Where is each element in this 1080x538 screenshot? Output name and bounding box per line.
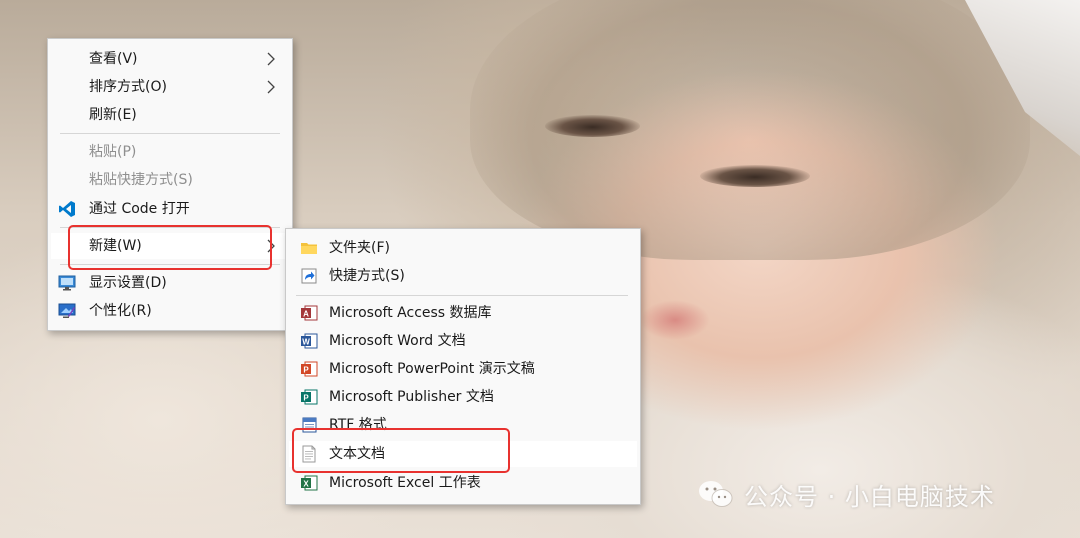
submenu-item-label: Microsoft Excel 工作表 [329, 475, 481, 491]
word-icon: W [300, 332, 318, 350]
wallpaper-eye-right [700, 165, 810, 187]
submenu-separator [296, 295, 628, 296]
svg-text:A: A [303, 309, 309, 318]
svg-text:X: X [303, 479, 309, 488]
submenu-item-label: 文件夹(F) [329, 240, 390, 256]
menu-item-label: 排序方式(O) [89, 79, 167, 95]
personalize-icon [58, 302, 76, 320]
menu-item-personalize[interactable]: 个性化(R) [51, 298, 289, 324]
chevron-right-icon [267, 52, 275, 66]
menu-item-display-settings[interactable]: 显示设置(D) [51, 270, 289, 296]
menu-item-label: 通过 Code 打开 [89, 201, 190, 217]
watermark-text: 公众号 · 小白电脑技术 [744, 482, 995, 511]
menu-item-sort-by[interactable]: 排序方式(O) [51, 74, 289, 100]
publisher-icon: P [300, 388, 318, 406]
menu-item-label: 粘贴(P) [89, 144, 137, 160]
wallpaper-eye-left [545, 115, 640, 137]
annotation-box-new [68, 225, 272, 270]
submenu-item-label: Microsoft Access 数据库 [329, 305, 492, 321]
powerpoint-icon: P [300, 360, 318, 378]
menu-item-refresh[interactable]: 刷新(E) [51, 102, 289, 128]
menu-item-paste-shortcut[interactable]: 粘贴快捷方式(S) [51, 167, 289, 193]
menu-item-label: 刷新(E) [89, 107, 137, 123]
menu-item-label: 显示设置(D) [89, 275, 167, 291]
svg-text:P: P [303, 393, 309, 402]
submenu-item-shortcut[interactable]: 快捷方式(S) [289, 263, 637, 289]
submenu-item-excel-worksheet[interactable]: X Microsoft Excel 工作表 [289, 470, 637, 496]
submenu-item-label: Microsoft PowerPoint 演示文稿 [329, 361, 535, 377]
wallpaper-lips [640, 300, 710, 340]
access-icon: A [300, 304, 318, 322]
desktop-context-menu: 查看(V) 排序方式(O) 刷新(E) 粘贴(P) 粘贴快捷方式(S) 通过 C… [47, 38, 293, 331]
submenu-item-folder[interactable]: 文件夹(F) [289, 235, 637, 261]
vscode-icon [58, 200, 76, 218]
submenu-item-powerpoint-presentation[interactable]: P Microsoft PowerPoint 演示文稿 [289, 356, 637, 382]
submenu-item-access-database[interactable]: A Microsoft Access 数据库 [289, 300, 637, 326]
menu-item-view[interactable]: 查看(V) [51, 46, 289, 72]
menu-item-paste[interactable]: 粘贴(P) [51, 139, 289, 165]
chevron-right-icon [267, 80, 275, 94]
shortcut-icon [300, 267, 318, 285]
submenu-item-label: Microsoft Word 文档 [329, 333, 466, 349]
display-settings-icon [58, 274, 76, 292]
submenu-item-word-document[interactable]: W Microsoft Word 文档 [289, 328, 637, 354]
submenu-item-label: Microsoft Publisher 文档 [329, 389, 494, 405]
excel-icon: X [300, 474, 318, 492]
menu-item-label: 个性化(R) [89, 303, 152, 319]
menu-item-label: 粘贴快捷方式(S) [89, 172, 193, 188]
submenu-item-publisher-document[interactable]: P Microsoft Publisher 文档 [289, 384, 637, 410]
svg-text:W: W [302, 337, 310, 346]
menu-item-label: 查看(V) [89, 51, 138, 67]
folder-icon [300, 239, 318, 257]
svg-text:P: P [303, 365, 309, 374]
watermark: 公众号 · 小白电脑技术 [698, 474, 995, 514]
menu-separator [60, 133, 280, 134]
submenu-item-label: 快捷方式(S) [329, 268, 405, 284]
annotation-box-text-document [292, 428, 510, 473]
menu-item-open-with-code[interactable]: 通过 Code 打开 [51, 196, 289, 222]
wechat-logo-icon [699, 481, 733, 507]
